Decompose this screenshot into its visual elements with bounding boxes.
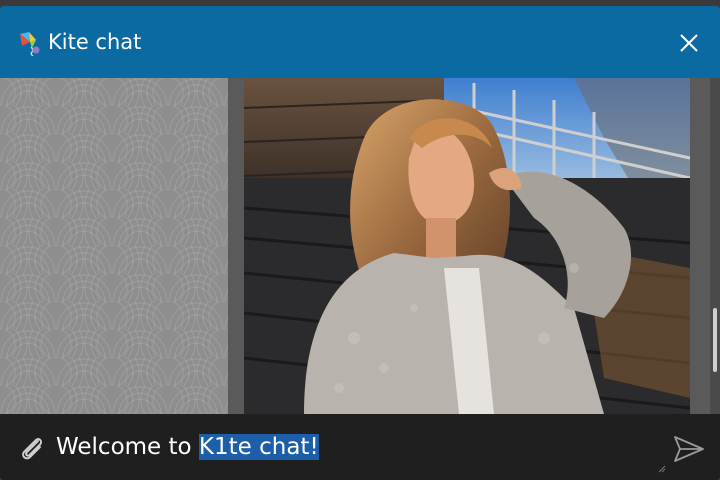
message-photo[interactable]	[244, 78, 690, 414]
close-icon[interactable]	[676, 30, 702, 56]
message-composer: Welcome to K1te chat!	[0, 414, 720, 480]
title-bar: Kite chat	[0, 6, 720, 78]
scrollbar[interactable]	[710, 78, 720, 414]
chat-window: Kite chat Welcome to K1te chat!	[0, 6, 720, 480]
message-area[interactable]	[0, 78, 720, 414]
message-input[interactable]: Welcome to K1te chat!	[56, 428, 656, 466]
selected-text: K1te chat!	[198, 434, 319, 460]
chat-background-pattern	[0, 78, 228, 414]
message-text: Welcome to	[56, 434, 199, 460]
window-title: Kite chat	[48, 30, 142, 54]
kite-icon	[16, 30, 42, 57]
send-icon[interactable]	[672, 434, 706, 464]
paperclip-icon[interactable]	[16, 432, 48, 464]
scrollbar-thumb[interactable]	[713, 308, 717, 372]
resize-grip-icon[interactable]	[656, 458, 666, 473]
